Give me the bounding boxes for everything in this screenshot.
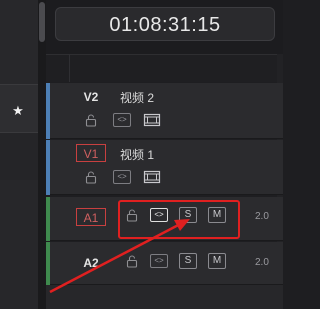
- annotation-arrow: [49, 219, 190, 294]
